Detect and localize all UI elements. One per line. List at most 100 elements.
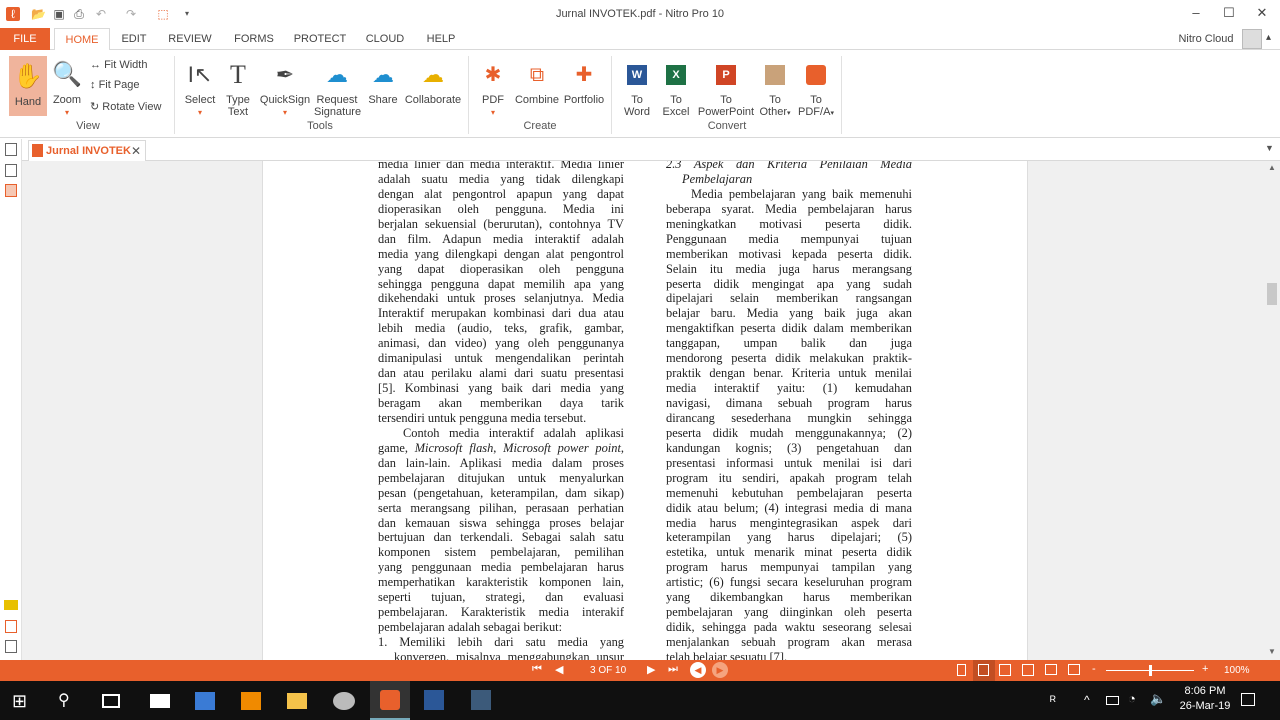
previous-view-icon[interactable]: ◀ [690,662,706,678]
tab-protect[interactable]: PROTECT [292,28,348,51]
select-tool-icon[interactable]: ⬚ [156,7,170,21]
vertical-scrollbar[interactable]: ▲ ▼ [1264,161,1280,660]
to-word-button[interactable]: W To Word [620,60,654,118]
people-icon[interactable]: ᴿ [1050,693,1056,708]
layers-panel-icon[interactable] [5,640,17,653]
right-column: 2.3 Aspek dan Kriteria Penilaian Media Pe… [666,161,912,660]
customize-quick-access-icon[interactable]: ▾ [180,7,194,21]
app-icon[interactable] [333,692,355,710]
tab-file[interactable]: FILE [0,28,50,51]
scroll-thumb[interactable] [1267,283,1277,305]
to-excel-button[interactable]: X To Excel [660,60,692,118]
volume-icon[interactable]: 🔈 [1150,691,1166,707]
zoom-icon: 🔍 [52,61,82,88]
next-page-icon[interactable]: ▶ [647,663,655,676]
undo-icon[interactable]: ↶ [94,7,108,21]
task-view-icon[interactable] [102,694,120,708]
text-line: memberikan motivasi kepada peserta didik… [666,246,912,261]
word-app-icon[interactable] [424,690,444,710]
open-icon[interactable]: 📂 [31,7,46,21]
zoom-button[interactable]: 🔍 Zoom ▾ [50,60,84,119]
single-page-icon[interactable] [957,664,966,676]
next-view-icon[interactable]: ▶ [712,662,728,678]
app-icon[interactable] [471,690,491,710]
zoom-slider[interactable] [1106,665,1194,676]
fit-width-button[interactable]: ↔ Fit Width [90,59,147,71]
nitro-cloud-account[interactable]: Nitro Cloud [1172,28,1240,51]
comments-panel-icon[interactable] [4,600,18,610]
wifi-icon[interactable]: ◔ [1128,691,1136,706]
zoom-slider-thumb[interactable] [1149,665,1152,676]
text-line: Interaktif merupakan kombinasi dari dua … [378,306,624,321]
close-button[interactable]: ✕ [1247,5,1277,21]
collapse-ribbon-icon[interactable]: ▴ [1266,32,1271,43]
close-tab-icon[interactable]: ✕ [131,144,141,158]
zoom-out-button[interactable]: - [1092,663,1096,675]
search-panel-icon[interactable] [5,164,17,177]
tab-edit[interactable]: EDIT [114,28,154,51]
maximize-button[interactable]: ☐ [1214,5,1244,21]
fullscreen-icon[interactable] [1045,664,1057,675]
document-tab[interactable]: Jurnal INVOTEK ✕ [28,140,146,161]
create-pdf-button[interactable]: ✱ PDF ▾ [478,60,508,119]
quicksign-button[interactable]: ✒ QuickSign ▾ [258,60,312,119]
rotate-view-button[interactable]: ↻ Rotate View [90,100,161,113]
minimize-button[interactable]: – [1181,5,1211,20]
tab-forms[interactable]: FORMS [228,28,280,51]
combine-button[interactable]: ⧉ Combine [514,60,560,106]
tab-review[interactable]: REVIEW [164,28,216,51]
last-page-icon[interactable]: ⏭ [668,663,678,676]
tab-cloud[interactable]: CLOUD [362,28,408,51]
page-indicator[interactable]: 3 OF 10 [590,665,626,676]
nitro-logo-icon: ℓ [6,7,20,21]
battery-icon[interactable] [1106,696,1119,705]
text-line: telah belajar sesuatu [7]. [666,649,788,660]
text-line: dikehendaki untuk proses selanjutnya. Me… [378,291,624,306]
clock[interactable]: 8:06 PM 26-Mar-19 [1178,685,1232,712]
to-other-button[interactable]: To Other▾ [756,60,794,120]
text-line: dirancang sesederhana mungkin sehingga [666,410,912,425]
search-icon[interactable]: ⚲ [58,690,80,712]
show-hidden-icons[interactable]: ^ [1084,693,1090,707]
bookmarks-panel-icon[interactable] [5,184,17,197]
pages-panel-icon[interactable] [5,143,17,156]
nitro-taskbar-button[interactable] [370,681,410,720]
facing-continuous-icon[interactable] [1022,664,1034,676]
tab-home[interactable]: HOME [54,28,110,51]
sublime-icon[interactable] [241,692,261,710]
tab-list-dropdown-icon[interactable]: ▼ [1265,143,1274,153]
windows-start-icon[interactable]: ⊞ [12,690,34,712]
attachments-panel-icon[interactable] [5,620,17,633]
document-viewer[interactable]: media linier dan media interaktif. Media… [22,161,1264,660]
scroll-down-icon[interactable]: ▼ [1268,647,1276,656]
mail-icon[interactable] [150,694,170,708]
save-icon[interactable]: ▣ [52,7,66,21]
previous-page-icon[interactable]: ◀ [555,663,563,676]
to-powerpoint-button[interactable]: P To PowerPoint [696,60,756,118]
tab-help[interactable]: HELP [424,28,458,51]
hand-button[interactable]: ✋ Hand [9,56,47,116]
first-page-icon[interactable]: ⏮ [532,663,542,676]
file-explorer-icon[interactable] [287,693,307,709]
print-icon[interactable]: ⎙ [72,7,86,21]
redo-icon[interactable]: ↷ [124,7,138,21]
scroll-up-icon[interactable]: ▲ [1268,163,1276,172]
fit-page-button[interactable]: ↕ Fit Page [90,79,140,91]
collaborate-button[interactable]: ☁ Collaborate [404,60,462,106]
to-pdfa-button[interactable]: To PDF/A▾ [796,60,836,120]
text-line: pesan (pengetahuan, keterampilan, dam si… [378,485,624,500]
zoom-in-button[interactable]: + [1202,663,1208,675]
presentation-icon[interactable] [1068,664,1080,675]
zoom-level[interactable]: 100% [1224,665,1250,676]
action-center-icon[interactable] [1241,693,1255,706]
portfolio-button[interactable]: ✚ Portfolio [562,60,606,106]
avatar[interactable] [1242,29,1262,49]
facing-page-icon[interactable] [999,664,1011,676]
store-icon[interactable] [195,692,215,710]
share-cloud-icon: ☁ [372,62,394,87]
request-signature-button[interactable]: ☁ Request Signature [314,60,361,118]
share-button[interactable]: ☁ Share [366,60,400,106]
type-text-button[interactable]: T Type Text [222,60,254,118]
select-button[interactable]: I↖ Select ▾ [182,60,218,119]
text-line: meningkatkan motivasi peserta didik. [666,216,912,231]
